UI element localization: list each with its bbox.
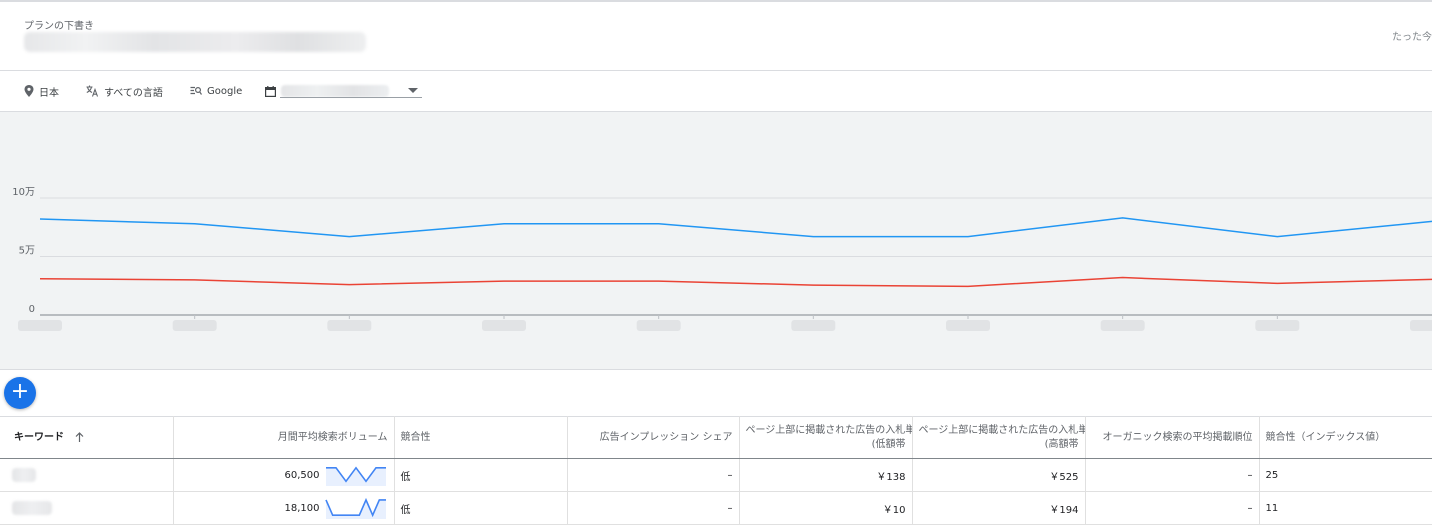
column-header-impression-share[interactable]: 広告インプレッション シェア — [567, 416, 740, 459]
keyword-cell — [0, 491, 174, 525]
bid-low-cell: ￥138 — [739, 458, 913, 492]
map-pin-icon — [24, 85, 34, 97]
x-tick-label-redacted — [482, 320, 526, 331]
y-tick-label: 5万 — [19, 246, 35, 257]
network-filter[interactable]: Google — [190, 83, 242, 99]
competition-index-cell: 25 — [1259, 458, 1432, 492]
organic-position-cell: – — [1085, 458, 1260, 492]
column-header-keyword[interactable]: キーワード — [0, 416, 174, 459]
column-header-keyword-label: キーワード — [14, 431, 64, 443]
keyword-cell — [0, 458, 174, 492]
competition-cell: 低 — [394, 491, 568, 525]
keyword-table: キーワード 月間平均検索ボリューム 競合性 広告インプレッション シェア ページ… — [0, 416, 1432, 525]
arrow-drop-down-icon[interactable] — [408, 88, 418, 94]
bid-high-header-line2: (高額帯 — [1044, 438, 1079, 450]
column-header-competition-index[interactable]: 競合性（インデックス値） — [1259, 416, 1432, 459]
table-row[interactable]: 18,100 低 – ￥10 ￥194 – 11 — [0, 491, 1432, 525]
table-row[interactable]: 60,500 低 – ￥138 ￥525 – 25 — [0, 458, 1432, 492]
network-filter-label: Google — [207, 85, 243, 97]
add-fab-button[interactable]: + — [4, 377, 36, 409]
x-tick-label-redacted — [1100, 320, 1145, 331]
bid-low-header-line1: ページ上部に掲載された広告の入札単 — [745, 424, 912, 436]
x-tick-label-redacted — [18, 320, 62, 331]
x-tick-label-redacted — [327, 320, 372, 331]
plan-label: プランの下書き — [24, 21, 94, 32]
trend-sparkline — [325, 466, 386, 486]
competition-index-cell: 11 — [1259, 491, 1432, 525]
column-header-bid-high[interactable]: ページ上部に掲載された広告の入札単 (高額帯 — [912, 416, 1086, 459]
date-range-redacted — [281, 85, 389, 97]
bid-high-cell: ￥525 — [912, 458, 1086, 492]
x-tick-label-redacted — [172, 320, 217, 331]
x-tick-label-redacted — [946, 320, 990, 331]
series-line-volume[interactable] — [39, 217, 1432, 238]
arrow-up-icon — [76, 431, 84, 442]
organic-position-cell: – — [1085, 491, 1260, 525]
column-header-organic-position[interactable]: オーガニック検索の平均掲載順位 — [1085, 416, 1260, 459]
search-volume-chart: 0 5万 10万 — [0, 112, 1432, 370]
column-header-competition[interactable]: 競合性 — [394, 416, 568, 459]
translate-icon — [86, 85, 99, 97]
x-tick-label-redacted — [1255, 320, 1300, 331]
competition-cell: 低 — [394, 458, 568, 492]
impression-share-cell: – — [567, 458, 740, 492]
calendar-icon — [265, 85, 276, 97]
chart-canvas: 0 5万 10万 — [12, 187, 1432, 331]
y-tick-label: 0 — [29, 304, 35, 315]
x-tick-label-redacted — [791, 320, 836, 331]
filter-bar: 日本 すべての言語 Google — [0, 71, 1432, 112]
bid-low-header-line2: (低額帯 — [871, 438, 906, 450]
volume-value: 60,500 — [284, 469, 320, 481]
column-header-bid-low[interactable]: ページ上部に掲載された広告の入札単 (低額帯 — [739, 416, 913, 459]
volume-cell: 60,500 — [173, 458, 395, 492]
trend-sparkline — [324, 497, 386, 519]
volume-value: 18,100 — [284, 502, 320, 514]
bid-low-cell: ￥10 — [739, 491, 913, 525]
plus-icon: + — [10, 379, 30, 404]
volume-cell: 18,100 — [173, 491, 395, 525]
location-filter-label: 日本 — [39, 87, 59, 99]
sparkline-area — [325, 467, 386, 486]
x-tick-label-redacted — [636, 320, 681, 331]
table-header-row: キーワード 月間平均検索ボリューム 競合性 広告インプレッション シェア ページ… — [0, 416, 1432, 459]
search-network-icon — [190, 86, 202, 95]
last-updated-text: たった今 — [1392, 32, 1432, 43]
keyword-redacted — [12, 501, 52, 515]
impression-share-cell: – — [567, 491, 740, 525]
x-tick-label-redacted — [1410, 320, 1432, 331]
language-filter-label: すべての言語 — [104, 87, 163, 99]
column-header-volume[interactable]: 月間平均検索ボリューム — [173, 416, 395, 459]
y-tick-label: 10万 — [12, 187, 35, 198]
bid-high-header-line1: ページ上部に掲載された広告の入札単 — [918, 424, 1085, 436]
keyword-redacted — [12, 468, 36, 482]
location-filter[interactable]: 日本 — [24, 83, 59, 99]
plan-header: プランの下書き たった今 — [0, 2, 1432, 71]
series-line-second[interactable] — [39, 276, 1432, 288]
sparkline-area — [325, 499, 386, 519]
bid-high-cell: ￥194 — [912, 491, 1086, 525]
plan-name-redacted[interactable] — [24, 32, 366, 52]
language-filter[interactable]: すべての言語 — [86, 83, 163, 99]
date-range-underline — [280, 97, 422, 98]
